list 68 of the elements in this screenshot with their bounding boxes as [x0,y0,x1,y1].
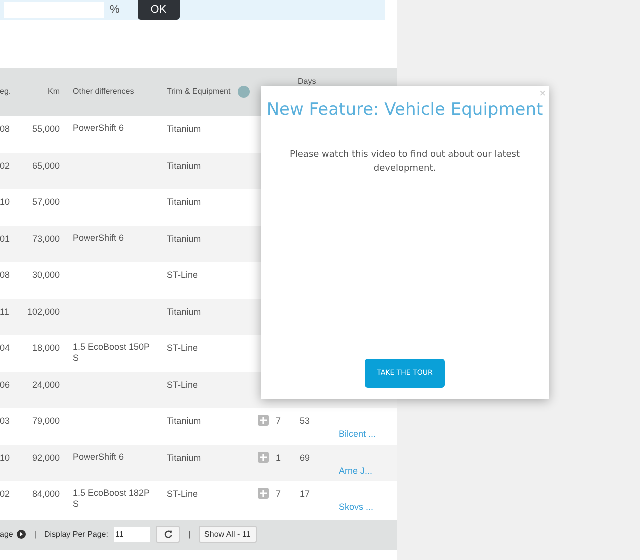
dealer-link[interactable]: Bilcent ... [339,428,376,442]
table-cell: 1.5 EcoBoost 182PS [73,488,151,510]
table-cell-text: Titanium [167,415,202,428]
table-cell-text: 08 [0,123,12,136]
dealer-link[interactable]: Skovs ... [339,501,374,514]
table-cell-text: 08 [0,269,12,282]
table-cell-text: ST-Line [167,488,200,501]
table-cell-text: 01 [0,232,12,246]
table-cell-text: 65,000 [31,160,60,172]
table-cell-text: 84,000 [31,488,60,501]
table-cell-text: Titanium [167,452,202,464]
column-header[interactable]: Days [298,76,316,88]
refresh-button[interactable] [156,526,180,543]
table-cell-text: 7 [275,488,282,501]
table-cell-text: 79,000 [31,415,60,428]
separator: | [187,528,192,540]
separator: | [33,528,38,540]
column-header[interactable]: Km [22,86,60,98]
table-cell-text: 04 [0,342,12,355]
table-cell-text: Titanium [167,196,202,209]
table-cell-text: 55,000 [31,123,60,136]
table-cell-text: ST-Line [167,378,200,392]
table-cell-text: Titanium [167,160,202,172]
info-icon[interactable] [238,86,250,98]
table-cell-text: 10 [0,452,12,464]
table-cell-text: 102,000 [26,306,60,318]
table-cell-text: ST-Line [167,342,200,355]
plus-icon[interactable] [258,488,269,499]
plus-icon[interactable] [258,415,269,426]
table-cell-text: 17 [300,488,312,501]
plus-icon[interactable] [258,452,269,462]
table-cell-text: Titanium [167,232,202,246]
percent-label: % [110,2,120,18]
column-header[interactable]: eg. [0,86,22,98]
table-cell-text: 10 [0,196,12,209]
table-cell-text: 11 [0,306,10,318]
column-header[interactable]: Trim & Equipment [167,86,237,98]
table-cell-text: 92,000 [31,452,60,464]
table-cell-text: 18,000 [31,342,60,355]
table-cell-text: 7 [275,415,282,428]
per-page-field[interactable]: 11 [114,527,150,542]
table-cell-text: 02 [0,488,12,501]
table-cell-text: 02 [0,160,12,172]
table-cell-text: 30,000 [31,269,60,282]
table-cell-text: Titanium [167,123,202,136]
table-cell-text: 73,000 [31,232,60,246]
table-cell-text: 1 [275,452,282,464]
table-cell-text: ST-Line [167,269,200,282]
next-page-icon[interactable] [17,530,26,539]
ok-button[interactable]: OK [138,0,180,20]
column-header[interactable]: Other differences [73,86,167,98]
table-cell-text: PowerShift 6 [73,232,126,244]
refresh-icon [164,530,173,539]
show-all-button[interactable]: Show All - 11 [198,526,257,543]
modal-text: Please watch this video to find out about our latest development. [288,148,522,176]
pager-label: age [0,528,14,540]
table-cell: 1.5 EcoBoost 150PS [73,342,151,364]
table-cell-text: 57,000 [31,196,60,209]
table-cell-text: PowerShift 6 [73,123,126,134]
table-cell-text: 69 [300,452,312,464]
table-cell-text: 53 [300,415,312,428]
percent-input[interactable] [4,2,104,18]
pager-label: Display Per Page: [44,528,108,540]
table-cell-text: PowerShift 6 [73,452,126,462]
table-cell-text: 06 [0,378,12,392]
table-cell-text: 03 [0,415,12,428]
table-cell-text: 24,000 [31,378,60,392]
table-cell-text: Titanium [167,306,202,318]
